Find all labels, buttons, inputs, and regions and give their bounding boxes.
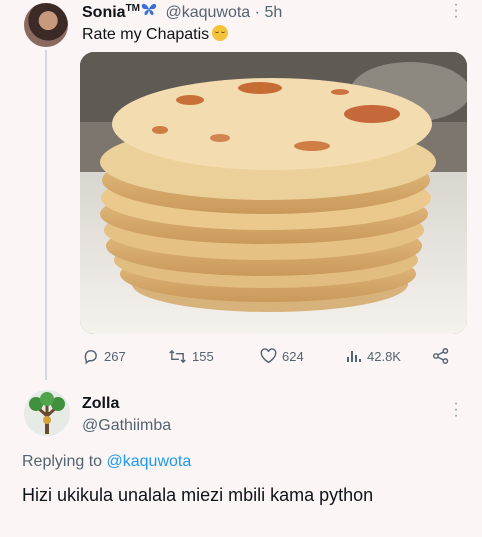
replying-to-line: Replying to @kaquwota [22, 453, 191, 471]
reply-count: 267 [104, 348, 126, 364]
more-options-icon[interactable]: · · · [452, 0, 460, 25]
trademark-mark: TM [125, 3, 141, 14]
reply-text: Hizi ukikula unalala miezi mbili kama py… [22, 485, 374, 505]
views-action[interactable]: 42.8K [346, 346, 401, 366]
views-count: 42.8K [367, 348, 401, 364]
share-icon [432, 348, 449, 364]
tweet-text: Rate my Chapatis [82, 25, 229, 44]
like-count: 624 [282, 348, 304, 364]
author-name[interactable]: Sonia [82, 4, 126, 21]
tweet-header: SoniaTM @kaquwota · 5h [82, 2, 282, 22]
tweet-timestamp[interactable]: 5h [264, 4, 282, 21]
views-bar-chart-icon [347, 351, 361, 362]
like-action[interactable]: 624 [260, 346, 304, 366]
thread-connector-line [45, 50, 47, 380]
replying-to-handle-link[interactable]: @kaquwota [107, 453, 192, 470]
retweet-icon [169, 349, 186, 363]
reply-more-options-icon[interactable]: · · · [452, 396, 460, 424]
author-avatar[interactable] [24, 3, 68, 47]
author-handle[interactable]: @kaquwota [165, 4, 250, 21]
reply-author-avatar[interactable] [24, 390, 70, 436]
heart-icon [260, 348, 277, 364]
smiling-face-icon [212, 25, 229, 41]
reply-author-name[interactable]: Zolla [82, 395, 119, 413]
header-separator: · [254, 4, 260, 21]
reply-action[interactable]: 267 [82, 346, 126, 366]
replying-to-label: Replying to [22, 453, 103, 470]
butterfly-icon [141, 2, 157, 19]
share-action[interactable] [432, 346, 455, 366]
retweet-action[interactable]: 155 [168, 346, 214, 366]
tweet-image[interactable] [80, 52, 467, 334]
tweet-text-content: Rate my Chapatis [82, 26, 210, 43]
reply-author-handle[interactable]: @Gathiimba [82, 417, 171, 435]
reply-icon [84, 349, 97, 364]
retweet-count: 155 [192, 348, 214, 364]
